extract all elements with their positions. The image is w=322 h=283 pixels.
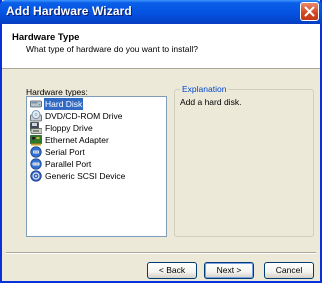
list-item-floppy[interactable]: Floppy Drive <box>30 122 94 134</box>
explanation-group <box>174 89 314 237</box>
explanation-label: Explanation <box>180 84 229 94</box>
window-title: Add Hardware Wizard <box>6 4 132 18</box>
parallel-port-icon <box>30 158 42 170</box>
scsi-icon <box>30 170 42 182</box>
page-subtitle: What type of hardware do you want to ins… <box>26 44 198 54</box>
wizard-window: Add Hardware Wizard Hardware Type What t… <box>0 0 322 283</box>
explanation-text: Add a hard disk. <box>180 97 242 107</box>
cdrom-icon <box>30 110 42 122</box>
close-button[interactable] <box>300 2 319 21</box>
serial-port-icon <box>30 146 42 158</box>
list-item-serial-port[interactable]: Serial Port <box>30 146 86 158</box>
network-adapter-icon <box>30 135 42 146</box>
wizard-header: Hardware Type What type of hardware do y… <box>2 24 320 69</box>
hardware-types-list[interactable]: Hard Disk DVD/CD-ROM Drive Floppy Drive <box>26 96 167 237</box>
list-item-parallel-port[interactable]: Parallel Port <box>30 158 92 170</box>
list-item-dvd-cdrom[interactable]: DVD/CD-ROM Drive <box>30 110 123 122</box>
floppy-icon <box>30 122 42 134</box>
list-item-ethernet[interactable]: Ethernet Adapter <box>30 134 110 146</box>
next-button[interactable]: Next > <box>204 262 254 279</box>
close-icon <box>304 6 315 17</box>
cancel-button[interactable]: Cancel <box>264 262 314 279</box>
button-separator <box>6 252 316 254</box>
list-item-hard-disk[interactable]: Hard Disk <box>30 98 84 110</box>
list-item-generic-scsi[interactable]: Generic SCSI Device <box>30 170 126 182</box>
back-button[interactable]: < Back <box>147 262 197 279</box>
title-bar[interactable]: Add Hardware Wizard <box>0 0 322 24</box>
hard-disk-icon <box>30 100 42 108</box>
page-title: Hardware Type <box>12 32 80 43</box>
